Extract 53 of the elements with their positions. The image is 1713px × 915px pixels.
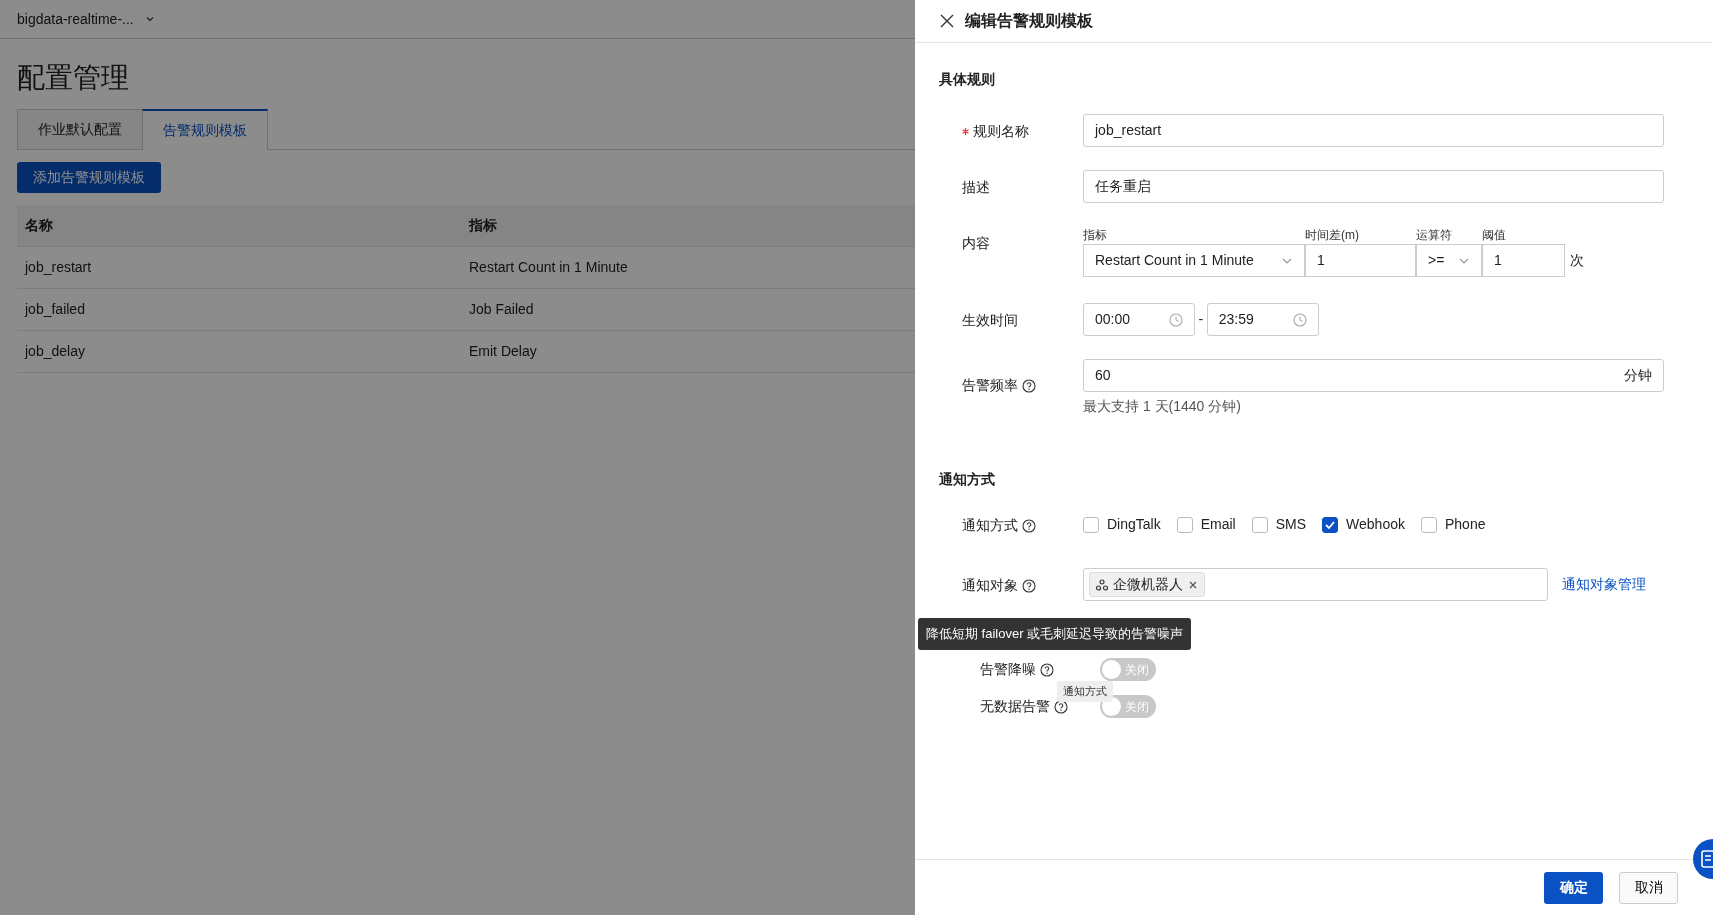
cancel-button[interactable]: 取消 — [1619, 871, 1678, 904]
time-field[interactable]: 00:00 — [1083, 303, 1195, 336]
column-header: 指标 — [467, 216, 498, 235]
select-field[interactable]: Restart Count in 1 Minute — [1083, 244, 1305, 277]
unit-label: 次 — [1570, 251, 1585, 270]
manage-link[interactable]: 通知对象管理 — [1562, 574, 1646, 595]
field-label: 时间差(m) — [1305, 227, 1360, 244]
switch-label: 告警降噪 — [980, 660, 1036, 679]
section-title: 通知方式 — [939, 470, 996, 489]
field-label: 阈值 — [1482, 227, 1507, 244]
checkbox-label: Webhook — [1346, 515, 1405, 534]
table-cell-text: Restart Count in 1 Minute — [468, 258, 629, 277]
field-label: 通知方式 — [962, 516, 1018, 535]
project-selector[interactable]: bigdata-realtime-... — [17, 8, 134, 30]
section-title: 具体规则 — [939, 70, 996, 89]
table-cell-text: Job Failed — [468, 300, 535, 319]
checkbox-label: Phone — [1444, 515, 1486, 534]
switch-label: 无数据告警 — [980, 697, 1050, 716]
hint-text: 最大支持 1 天(1440 分钟) — [1083, 397, 1242, 416]
tooltip: 降低短期 failover 或毛刺延迟导致的告警噪声 — [918, 618, 1192, 650]
input-field[interactable]: 1 — [1305, 244, 1416, 277]
field-label: 描述 — [962, 178, 990, 197]
input-field[interactable]: 1 — [1482, 244, 1565, 277]
field-label: 告警频率 — [962, 376, 1018, 395]
table-cell-text: Emit Delay — [468, 342, 538, 361]
checkbox-label: SMS — [1275, 515, 1307, 534]
column-header: 名称 — [24, 216, 54, 235]
separator-text: - — [1198, 310, 1204, 329]
input-field[interactable]: 任务重启 — [1083, 170, 1664, 203]
table-cell-text: job_restart — [23, 258, 93, 277]
input-field[interactable]: job_restart — [1083, 114, 1664, 147]
select-field[interactable]: >= — [1416, 244, 1482, 277]
table-cell-text: job_failed — [23, 300, 86, 319]
field-label: 规则名称 — [973, 122, 1029, 141]
field-label: 内容 — [962, 234, 990, 253]
confirm-button[interactable]: 确定 — [1544, 871, 1603, 904]
tab[interactable]: 告警规则模板 — [142, 109, 268, 150]
field-label: 生效时间 — [962, 311, 1018, 330]
field-label: 通知对象 — [962, 576, 1018, 595]
add-button[interactable]: 添加告警规则模板 — [17, 162, 161, 193]
checkbox-label: Email — [1200, 515, 1236, 534]
table-cell-text: job_delay — [23, 342, 86, 361]
input-field[interactable]: 60 分钟 — [1083, 359, 1664, 392]
field-label: 指标 — [1083, 227, 1108, 244]
tag-label: 企微机器人 — [1113, 575, 1183, 594]
drawer-title: 编辑告警规则模板 — [965, 11, 1093, 31]
time-field[interactable]: 23:59 — [1206, 303, 1319, 336]
tab[interactable]: 作业默认配置 — [17, 109, 143, 149]
field-label: 运算符 — [1416, 227, 1453, 244]
checkbox-label: DingTalk — [1107, 515, 1161, 534]
tooltip: 通知方式 — [1057, 681, 1113, 702]
tag-input-field[interactable]: 企微机器人 — [1083, 568, 1548, 601]
page-title: 配置管理 — [17, 61, 130, 95]
